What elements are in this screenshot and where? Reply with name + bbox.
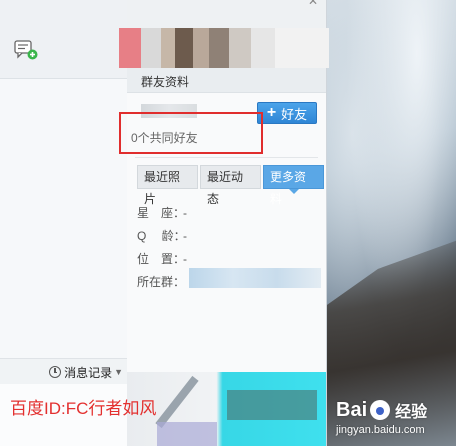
profile-tabs: 最近照片 最近动态 更多资料: [137, 165, 326, 206]
panel-title-bar: 群友资料: [127, 68, 326, 93]
close-icon[interactable]: ✕: [308, 0, 318, 8]
photo-blur-region: [157, 422, 217, 446]
panel-top-strip: ✕: [127, 0, 326, 28]
mutual-friends-count[interactable]: 0个共同好友: [131, 129, 198, 146]
logo-text-left: Bai: [336, 398, 368, 421]
add-friend-button[interactable]: + 好友: [257, 102, 317, 124]
info-label: 星 座：: [137, 206, 186, 220]
author-watermark: 百度ID:FC行者如风: [10, 399, 157, 418]
groups-value-blurred: [189, 268, 321, 288]
info-value: -: [183, 206, 187, 220]
info-label: 位 置：: [137, 252, 186, 266]
profile-photo-strip: [127, 372, 326, 446]
baidu-jingyan-url: jingyan.baidu.com: [336, 424, 425, 436]
tab-more-info[interactable]: 更多资料: [263, 165, 324, 206]
logo-text-right: 经验: [395, 404, 428, 421]
info-label: Q 龄：: [137, 229, 186, 243]
chat-add-icon[interactable]: [14, 40, 38, 60]
chat-toolbar: [0, 0, 127, 78]
tab-recent-photos[interactable]: 最近照片: [137, 165, 198, 206]
info-value: -: [183, 229, 187, 243]
mutual-friends-highlight: 0个共同好友: [119, 112, 263, 154]
photo-blur-region: [227, 390, 317, 420]
info-row-q-age: Q 龄：-: [137, 228, 187, 251]
tab-recent-activity[interactable]: 最近动态: [200, 165, 261, 206]
photo-pipette-shape: [155, 375, 199, 429]
divider: [135, 157, 318, 158]
baidu-paw-icon: [370, 400, 391, 420]
info-value: -: [183, 252, 187, 266]
chat-message-area: [0, 78, 127, 359]
add-friend-label: 好友: [281, 106, 308, 122]
clock-icon: [49, 366, 62, 378]
profile-cover-mosaic: [119, 28, 329, 68]
chevron-down-icon: ▼: [114, 367, 123, 377]
message-history-label: 消息记录: [64, 365, 113, 380]
info-label: 所在群：: [137, 275, 186, 289]
message-history-button[interactable]: 消息记录 ▼: [49, 363, 123, 381]
info-row-location: 位 置：-: [137, 251, 187, 274]
panel-title: 群友资料: [141, 75, 190, 89]
baidu-jingyan-logo: Bai 经验: [336, 398, 427, 422]
plus-icon: +: [266, 104, 277, 121]
info-row-groups: 所在群：: [137, 274, 187, 297]
profile-info-list: 星 座：- Q 龄：- 位 置：- 所在群：: [137, 205, 187, 297]
chat-history-bar: 消息记录 ▼: [0, 358, 127, 385]
info-row-zodiac: 星 座：-: [137, 205, 187, 228]
member-profile-panel: ✕ 群友资料 + 好友 0个共同好友 最近照片 最近动态 更多资料 星 座：- …: [119, 0, 329, 446]
chat-window: 消息记录 ▼: [0, 0, 128, 446]
